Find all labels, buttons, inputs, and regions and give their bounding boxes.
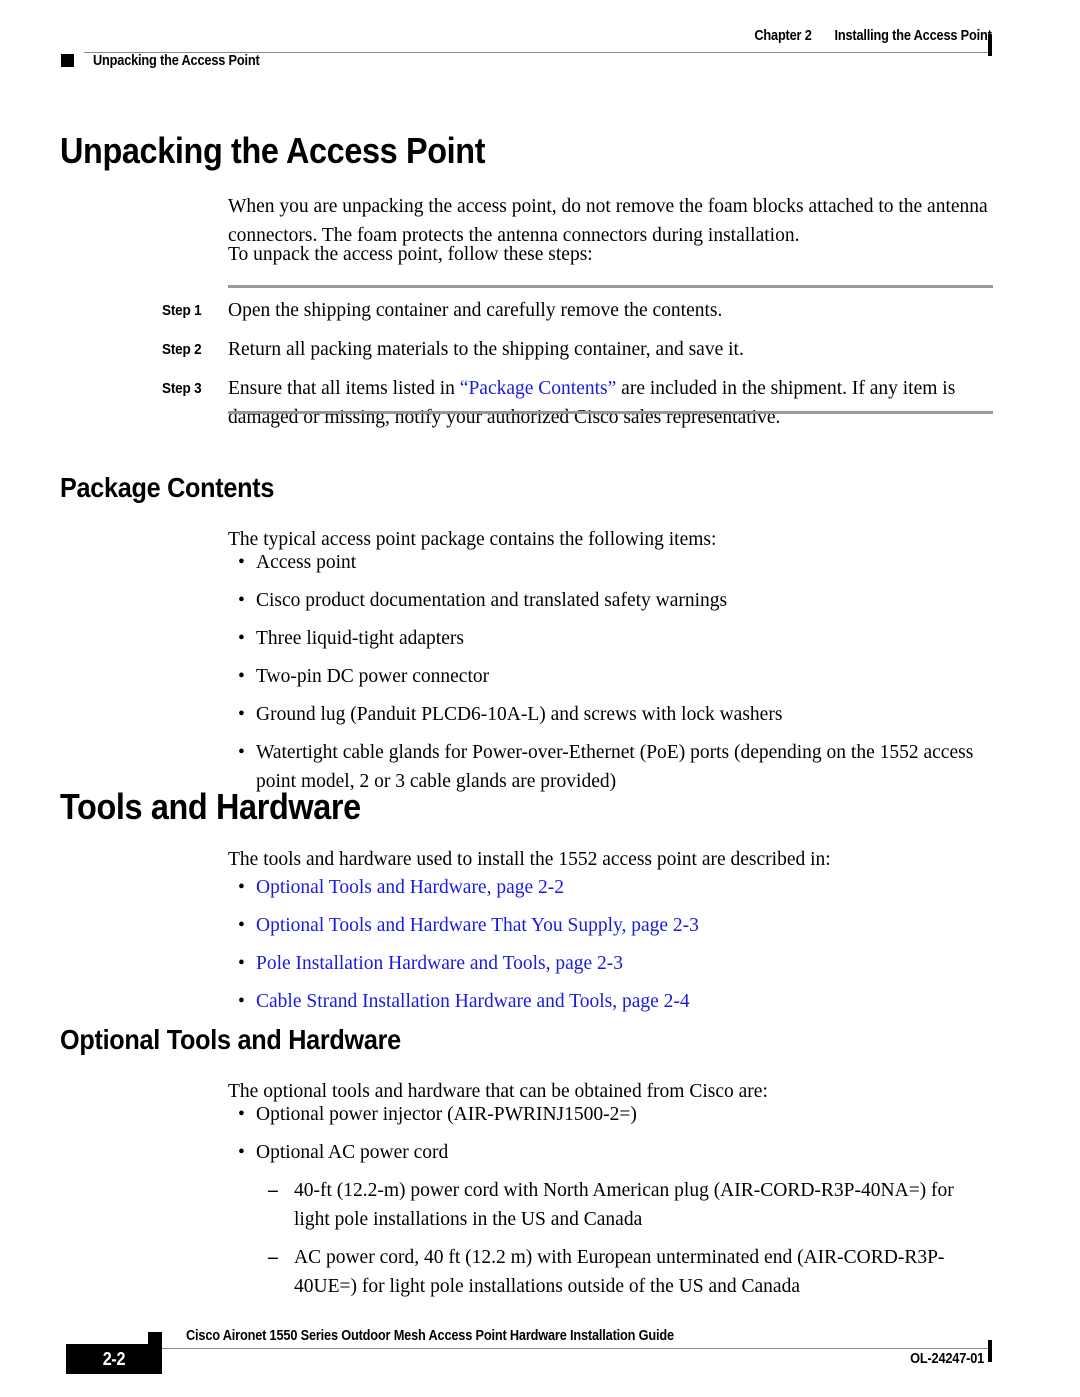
cross-reference-link[interactable]: Optional Tools and Hardware, page 2-2 xyxy=(256,873,993,902)
cross-reference-link[interactable]: Optional Tools and Hardware That You Sup… xyxy=(256,911,993,940)
header-chapter-breadcrumb: Chapter 2 Installing the Access Point xyxy=(755,28,992,44)
sub-list-item-label: AC power cord, 40 ft (12.2 m) with Europ… xyxy=(294,1247,945,1297)
header-chapter-title: Installing the Access Point xyxy=(834,28,992,44)
list-item: • Optional Tools and Hardware, page 2-2 xyxy=(228,873,993,902)
step-row: Step 3 Ensure that all items listed in “… xyxy=(162,374,993,432)
footer-guide-title: Cisco Aironet 1550 Series Outdoor Mesh A… xyxy=(186,1328,674,1344)
list-item: • Three liquid-tight adapters xyxy=(228,624,993,653)
step-row: Step 1 Open the shipping container and c… xyxy=(162,296,993,325)
section-marker-square-icon xyxy=(61,54,74,67)
cross-reference-link[interactable]: Pole Installation Hardware and Tools, pa… xyxy=(256,949,993,978)
bullet-icon: • xyxy=(238,915,245,936)
step-text: Ensure that all items listed in “Package… xyxy=(228,374,993,432)
header-running-title: Unpacking the Access Point xyxy=(93,53,260,69)
bullet-icon: • xyxy=(238,991,245,1012)
step-row: Step 2 Return all packing materials to t… xyxy=(162,335,993,364)
header-chapter-label: Chapter 2 xyxy=(754,28,812,44)
tools-and-hardware-intro: The tools and hardware used to install t… xyxy=(228,849,831,870)
tools-and-hardware-link-list: • Optional Tools and Hardware, page 2-2 … xyxy=(228,873,993,1025)
steps-bottom-rule xyxy=(228,411,993,414)
package-contents-link[interactable]: “Package Contents” xyxy=(460,378,617,399)
steps-top-rule xyxy=(228,285,993,288)
step-text-before: Ensure that all items listed in xyxy=(228,378,460,399)
list-item-label: Ground lug (Panduit PLCD6-10A-L) and scr… xyxy=(256,704,783,725)
list-item: • Optional power injector (AIR-PWRINJ150… xyxy=(228,1100,993,1129)
list-item: • Access point xyxy=(228,548,993,577)
list-item-label: Optional AC power cord xyxy=(256,1142,449,1163)
document-page: Chapter 2 Installing the Access Point Un… xyxy=(0,0,1080,1397)
bullet-icon: • xyxy=(238,704,245,725)
sub-list-item: – 40-ft (12.2-m) power cord with North A… xyxy=(228,1176,993,1234)
bullet-icon: • xyxy=(238,1104,245,1125)
bullet-icon: • xyxy=(238,552,245,573)
footer-endcap-tick xyxy=(988,1340,992,1362)
optional-tools-list: • Optional power injector (AIR-PWRINJ150… xyxy=(228,1100,993,1310)
cross-reference-link[interactable]: Cable Strand Installation Hardware and T… xyxy=(256,987,993,1016)
step-label: Step 3 xyxy=(162,380,202,397)
running-footer: Cisco Aironet 1550 Series Outdoor Mesh A… xyxy=(0,1318,1080,1382)
bullet-icon: • xyxy=(238,953,245,974)
list-item: • Ground lug (Panduit PLCD6-10A-L) and s… xyxy=(228,700,993,729)
bullet-icon: • xyxy=(238,1142,245,1163)
heading-optional-tools-and-hardware: Optional Tools and Hardware xyxy=(60,1024,401,1055)
list-item-label: Two-pin DC power connector xyxy=(256,666,490,687)
list-item-label: Cisco product documentation and translat… xyxy=(256,590,728,611)
heading-tools-and-hardware: Tools and Hardware xyxy=(60,786,361,827)
bullet-icon: • xyxy=(238,666,245,687)
sub-list-item-label: 40-ft (12.2-m) power cord with North Ame… xyxy=(294,1180,954,1230)
step-label: Step 1 xyxy=(162,302,202,319)
document-id: OL-24247-01 xyxy=(910,1351,984,1367)
dash-icon: – xyxy=(268,1180,278,1201)
dash-icon: – xyxy=(268,1247,278,1268)
list-item: • Pole Installation Hardware and Tools, … xyxy=(228,949,993,978)
list-item-label: Access point xyxy=(256,552,357,573)
page-title-unpacking: Unpacking the Access Point xyxy=(60,130,486,171)
bullet-icon: • xyxy=(238,742,245,763)
page-number: 2-2 xyxy=(102,1348,126,1369)
step-text: Return all packing materials to the ship… xyxy=(228,339,744,360)
list-item-label: Optional power injector (AIR-PWRINJ1500-… xyxy=(256,1104,637,1125)
footer-divider-rule xyxy=(84,1348,991,1349)
unpacking-paragraph-2: To unpack the access point, follow these… xyxy=(228,244,593,265)
bullet-icon: • xyxy=(238,590,245,611)
list-item-label: Three liquid-tight adapters xyxy=(256,628,464,649)
package-contents-list: • Access point • Cisco product documenta… xyxy=(228,548,993,805)
header-endcap-tick xyxy=(988,34,992,56)
list-item-label: Watertight cable glands for Power-over-E… xyxy=(256,742,974,792)
list-item: • Optional Tools and Hardware That You S… xyxy=(228,911,993,940)
list-item: • Optional AC power cord xyxy=(228,1138,993,1167)
list-item: • Cable Strand Installation Hardware and… xyxy=(228,987,993,1016)
bullet-icon: • xyxy=(238,877,245,898)
bullet-icon: • xyxy=(238,628,245,649)
running-header: Chapter 2 Installing the Access Point Un… xyxy=(0,28,1080,84)
list-item: • Two-pin DC power connector xyxy=(228,662,993,691)
step-label: Step 2 xyxy=(162,341,202,358)
heading-package-contents: Package Contents xyxy=(60,472,275,503)
step-text: Open the shipping container and carefull… xyxy=(228,300,723,321)
list-item: • Cisco product documentation and transl… xyxy=(228,586,993,615)
sub-list-item: – AC power cord, 40 ft (12.2 m) with Eur… xyxy=(228,1243,993,1301)
steps-list: Step 1 Open the shipping container and c… xyxy=(162,296,993,442)
